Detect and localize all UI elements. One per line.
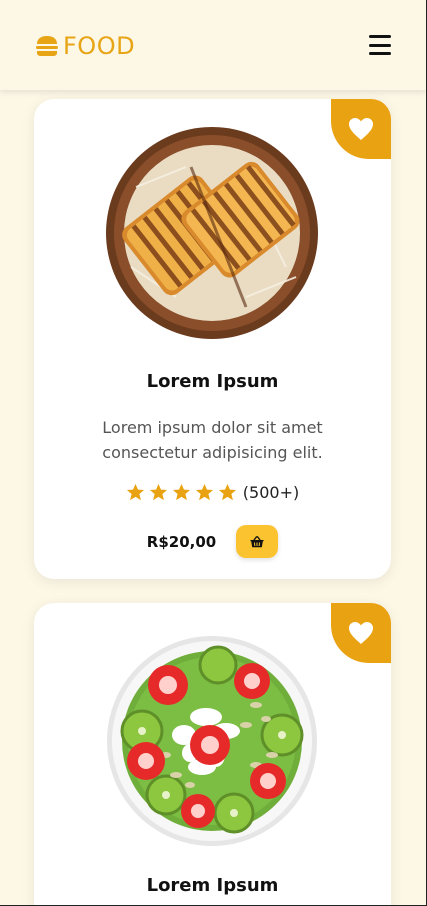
rating-count: (500+) — [242, 483, 300, 502]
star-icon — [126, 483, 144, 501]
product-title: Lorem Ipsum — [146, 371, 279, 392]
burger-icon — [36, 36, 58, 56]
price-row: R$20,00 — [34, 525, 391, 558]
product-description: Lorem ipsum dolor sit amet consectetur a… — [102, 418, 323, 462]
star-icon — [149, 483, 167, 501]
heart-icon — [349, 622, 373, 644]
star-icon — [218, 483, 236, 501]
product-price: R$20,00 — [146, 532, 217, 551]
add-to-cart-button[interactable] — [236, 525, 279, 558]
basket-icon — [250, 535, 264, 547]
app-screen: FOOD Lorem Ipsum Lorem ipsum dolor sit a… — [0, 0, 427, 906]
hamburger-menu-icon[interactable] — [369, 35, 391, 55]
star-icon — [172, 483, 190, 501]
product-title: Lorem Ipsum — [146, 875, 279, 896]
favorite-button[interactable] — [331, 603, 391, 663]
top-header: FOOD — [0, 0, 426, 90]
star-icon — [195, 483, 213, 501]
brand-logo[interactable]: FOOD — [35, 32, 136, 60]
brand-name: FOOD — [63, 32, 136, 60]
heart-icon — [349, 118, 373, 140]
product-card: Lorem Ipsum Lorem ipsum dolor sit amet c… — [34, 99, 391, 579]
product-card: Lorem Ipsum — [34, 603, 391, 905]
favorite-button[interactable] — [331, 99, 391, 159]
product-rating: (500+) — [34, 483, 391, 502]
smoothie-bowl-image — [107, 636, 317, 846]
sandwich-image — [106, 127, 318, 339]
